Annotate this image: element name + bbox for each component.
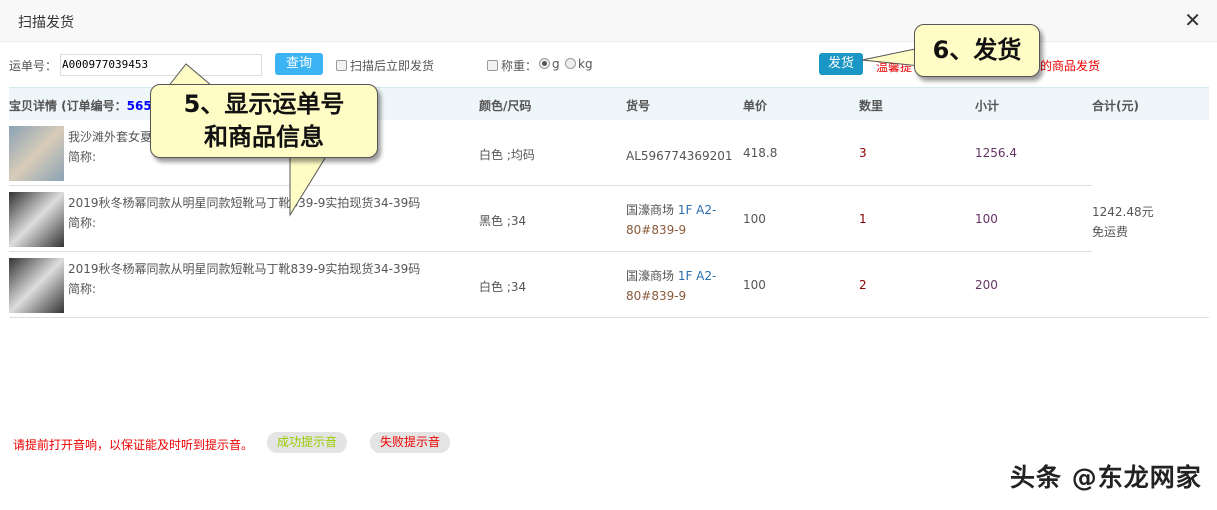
callout-5-line1: 5、显示运单号 <box>183 90 345 118</box>
callout-5-line2: 和商品信息 <box>204 123 324 151</box>
callout-step6: 6、发货 <box>914 24 1040 77</box>
callout-6-tail <box>861 47 921 67</box>
watermark: 头条 @东龙网家 <box>1010 463 1202 492</box>
callout-step5: 5、显示运单号 和商品信息 <box>150 84 378 158</box>
callout-tails <box>158 47 921 217</box>
callout-5-tail-bottom <box>289 149 331 217</box>
